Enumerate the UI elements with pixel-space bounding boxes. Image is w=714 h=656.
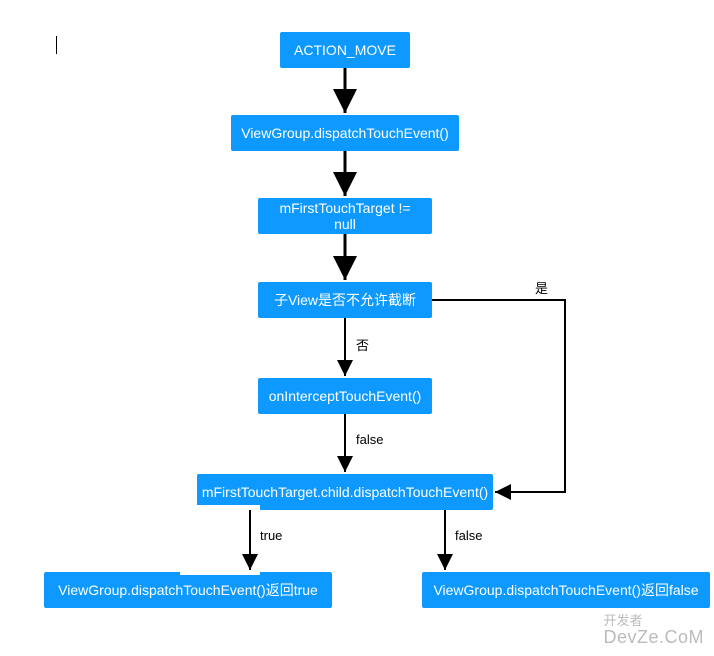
- node-dispatch: ViewGroup.dispatchTouchEvent(): [231, 115, 459, 151]
- watermark-line2: DevZe.CoM: [603, 628, 704, 648]
- text-cursor: [56, 36, 57, 54]
- node-return-true: ViewGroup.dispatchTouchEvent()返回true: [44, 572, 332, 608]
- edge-label-false-2: false: [455, 528, 482, 543]
- edge-label-no: 否: [356, 335, 369, 354]
- flow-arrows: [0, 0, 714, 656]
- watermark: 开发者 DevZe.CoM: [603, 614, 704, 648]
- node-first-target-null: mFirstTouchTarget != null: [258, 198, 432, 234]
- edge-label-yes: 是: [535, 278, 548, 297]
- node-child-allow-intercept: 子View是否不允许截断: [258, 282, 432, 318]
- flow-arrows-overlay: [0, 0, 714, 656]
- node-child-dispatch: mFirstTouchTarget.child.dispatchTouchEve…: [197, 474, 493, 510]
- edge-label-false-1: false: [356, 432, 383, 447]
- edge-label-true: true: [260, 528, 282, 543]
- node-action-move: ACTION_MOVE: [280, 32, 410, 68]
- node-return-false: ViewGroup.dispatchTouchEvent()返回false: [422, 572, 710, 608]
- node-on-intercept: onInterceptTouchEvent(): [258, 378, 432, 414]
- watermark-line1: 开发者: [603, 614, 704, 628]
